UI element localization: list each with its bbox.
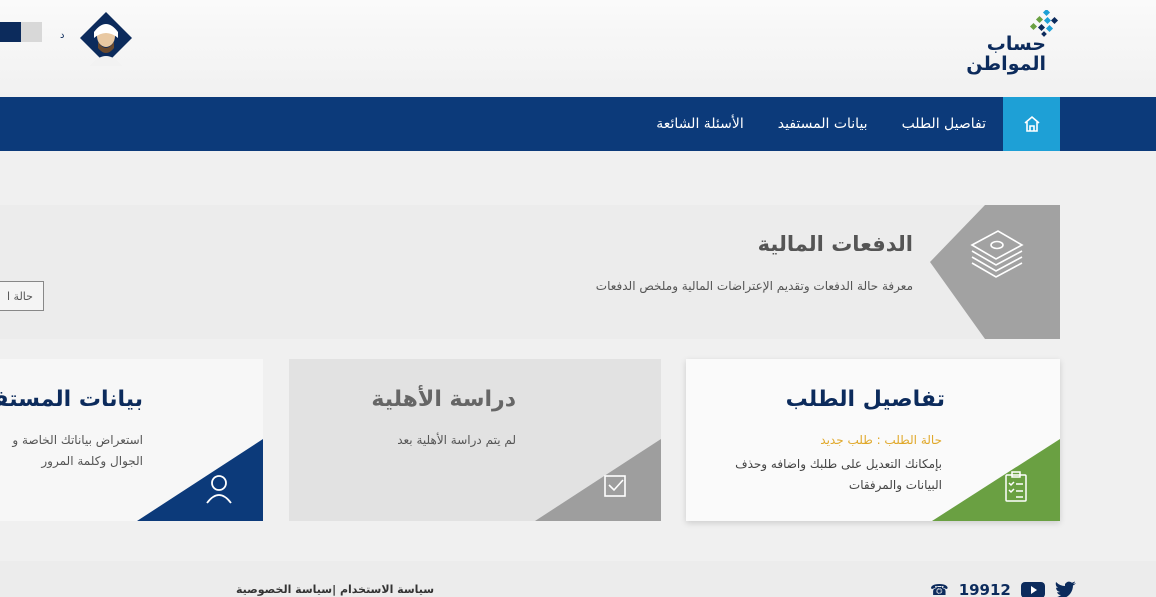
- toggle-active-segment: [0, 22, 21, 42]
- nav-item-beneficiary-data[interactable]: بيانات المستفيد: [778, 116, 868, 132]
- home-icon: [1023, 115, 1040, 132]
- payments-description: معرفة حالة الدفعات وتقديم الإعتراضات الم…: [595, 279, 913, 293]
- payments-title: الدفعات المالية: [757, 232, 913, 256]
- beneficiary-card[interactable]: بيانات المستفي استعراض بياناتك الخاصة و …: [0, 359, 263, 521]
- eligibility-card[interactable]: دراسة الأهلية لم يتم دراسة الأهلية بعد: [289, 359, 661, 521]
- request-card-title: تفاصيل الطلب: [785, 387, 945, 412]
- logo-line-1: حساب: [986, 33, 1046, 55]
- request-card-corner: [932, 439, 1060, 521]
- eligibility-card-text: لم يتم دراسة الأهلية بعد: [397, 433, 516, 447]
- twitter-icon[interactable]: [1054, 581, 1077, 597]
- request-details-card[interactable]: تفاصيل الطلب حالة الطلب : طلب جديد بإمكا…: [686, 359, 1060, 521]
- eligibility-card-corner: [535, 439, 661, 521]
- beneficiary-text-line-2: الجوال وكلمة المرور: [41, 454, 143, 468]
- main-navbar: تفاصيل الطلب بيانات المستفيد الأسئلة الش…: [0, 97, 1156, 151]
- user-menu-caret[interactable]: د: [60, 30, 64, 41]
- nav-menu: تفاصيل الطلب بيانات المستفيد الأسئلة الش…: [656, 97, 986, 151]
- payments-card[interactable]: [0, 205, 1060, 339]
- support-phone[interactable]: 19912: [959, 581, 1011, 597]
- beneficiary-card-title: بيانات المستفي: [0, 387, 143, 412]
- beneficiary-card-corner: [137, 439, 263, 521]
- payments-corner: [930, 205, 1060, 339]
- request-card-text: بإمكانك التعديل على طلبك واضافه وحذف الب…: [735, 457, 942, 492]
- top-header: حساب المواطن د: [0, 0, 1156, 97]
- nav-item-request-details[interactable]: تفاصيل الطلب: [902, 116, 986, 132]
- logo-line-2: المواطن: [966, 53, 1046, 75]
- language-toggle[interactable]: [0, 22, 42, 42]
- request-status: حالة الطلب : طلب جديد: [820, 433, 942, 447]
- eligibility-card-title: دراسة الأهلية: [371, 387, 516, 412]
- logo-text: حساب المواطن: [966, 34, 1046, 74]
- payments-status-button[interactable]: حالة ا: [0, 281, 44, 311]
- toggle-inactive-segment: [21, 22, 42, 42]
- citizen-account-logo[interactable]: حساب المواطن: [950, 8, 1060, 80]
- nav-item-faq[interactable]: الأسئلة الشائعة: [656, 116, 744, 132]
- user-avatar-icon[interactable]: [78, 10, 134, 68]
- nav-home-button[interactable]: [1003, 97, 1060, 151]
- youtube-icon[interactable]: [1020, 582, 1045, 597]
- footer-policy-links[interactable]: سياسة الاستخدام |سياسة الخصوصية: [236, 583, 434, 596]
- footer-social: ☎ 19912: [930, 581, 1077, 597]
- beneficiary-text-line-1: استعراض بياناتك الخاصة و: [12, 433, 143, 447]
- phone-icon: ☎: [930, 581, 949, 597]
